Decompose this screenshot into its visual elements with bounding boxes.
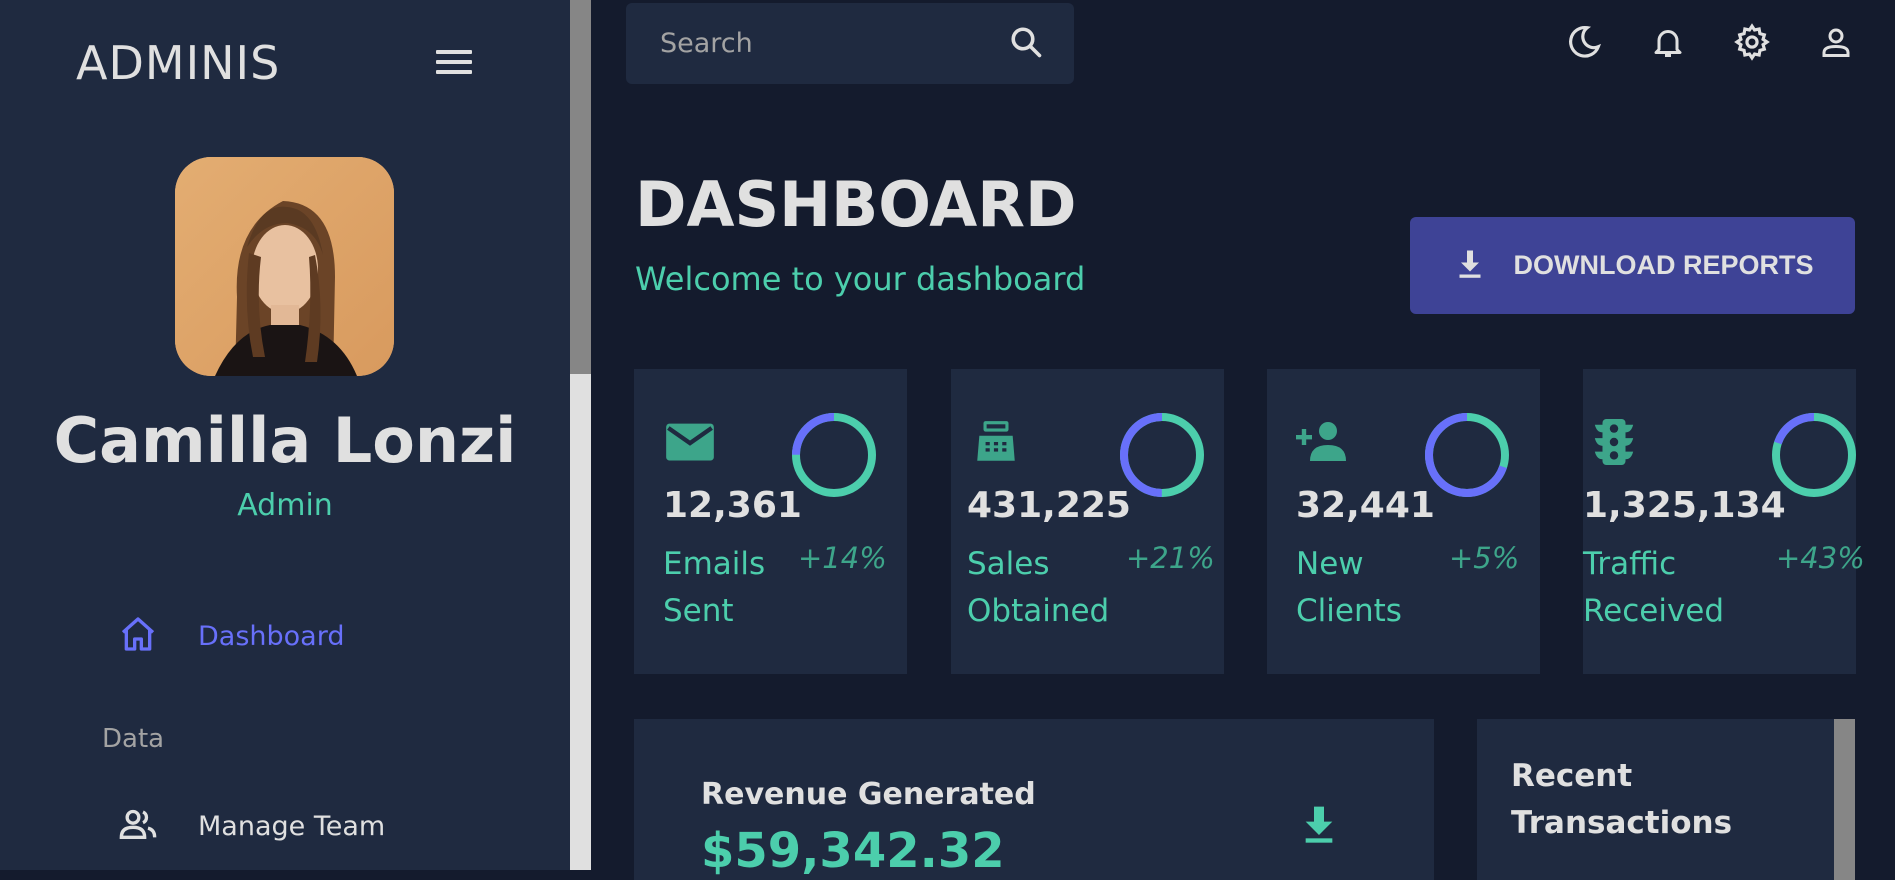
gear-icon[interactable]: [1732, 22, 1772, 62]
person-icon[interactable]: [1816, 22, 1856, 62]
stat-increase: +5%: [1449, 541, 1520, 575]
download-reports-label: DOWNLOAD REPORTS: [1513, 250, 1814, 280]
download-reports-button[interactable]: DOWNLOAD REPORTS: [1410, 217, 1855, 314]
stat-increase: +14%: [798, 541, 887, 575]
search-icon[interactable]: [1008, 24, 1044, 64]
stat-value: 12,361: [663, 485, 802, 526]
stat-value: 1,325,134: [1583, 485, 1786, 526]
traffic-icon: [1591, 417, 1637, 471]
search-input[interactable]: [660, 28, 1008, 59]
sidebar-item-dashboard[interactable]: Dashboard: [118, 614, 344, 658]
download-icon[interactable]: [1299, 803, 1339, 851]
sidebar-item-label: Dashboard: [198, 620, 345, 652]
stat-progress-ring: [1120, 413, 1204, 497]
stat-title: New Clients: [1296, 546, 1402, 629]
revenue-amount: $59,342.32: [701, 823, 1005, 879]
person-add-icon: [1294, 417, 1350, 469]
sidebar-item-label: Manage Team: [198, 810, 386, 842]
point-of-sale-icon: [971, 417, 1021, 471]
stat-title: Traffic Received: [1583, 546, 1725, 629]
stat-value: 431,225: [967, 485, 1131, 526]
transactions-scrollbar[interactable]: [1834, 719, 1855, 880]
revenue-panel: Revenue Generated $59,342.32: [634, 719, 1434, 880]
recent-transactions-panel: Recent Transactions: [1477, 719, 1834, 880]
stat-value: 32,441: [1296, 485, 1435, 526]
section-label-data: Data: [102, 724, 165, 754]
profile-role: Admin: [237, 488, 333, 523]
home-icon: [118, 614, 158, 658]
search-bar: [626, 3, 1074, 84]
sidebar-item-manage-team[interactable]: Manage Team: [118, 804, 385, 848]
stat-progress-ring: [792, 413, 876, 497]
stat-card-sales: 431,225 Sales Obtained +21%: [951, 369, 1224, 674]
stat-card-clients: 32,441 New Clients +5%: [1267, 369, 1540, 674]
bell-icon[interactable]: [1648, 22, 1688, 62]
stat-increase: +21%: [1126, 541, 1215, 575]
moon-icon[interactable]: [1564, 22, 1604, 62]
stat-card-emails: 12,361 Emails Sent +14%: [634, 369, 907, 674]
stat-progress-ring: [1425, 413, 1509, 497]
download-icon: [1452, 246, 1488, 285]
sidebar: ADMINIS Camilla Lonzi Admin Dashboard Da…: [0, 0, 570, 870]
email-icon: [664, 417, 716, 469]
stat-title: Sales Obtained: [967, 546, 1110, 629]
page-title: DASHBOARD: [635, 168, 1077, 241]
stat-card-traffic: 1,325,134 Traffic Received +43%: [1583, 369, 1865, 674]
stat-increase: +43%: [1776, 541, 1865, 575]
topbar-icons: [1564, 22, 1856, 62]
scrollbar-thumb[interactable]: [570, 0, 591, 374]
transactions-title: Recent Transactions: [1511, 758, 1733, 841]
sidebar-scrollbar[interactable]: [570, 0, 591, 870]
page-subtitle: Welcome to your dashboard: [635, 260, 1086, 298]
people-icon: [118, 804, 158, 848]
stat-title: Emails Sent: [663, 546, 766, 629]
profile-name: Camilla Lonzi: [53, 404, 517, 477]
menu-toggle-icon[interactable]: [436, 48, 472, 76]
brand-title: ADMINIS: [76, 36, 281, 90]
avatar: [175, 157, 394, 376]
revenue-title: Revenue Generated: [701, 777, 1036, 812]
